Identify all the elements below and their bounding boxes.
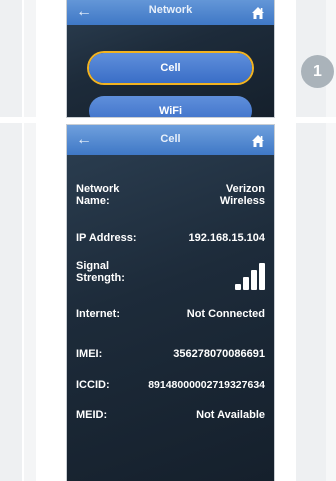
frame-strip-left-inner	[24, 0, 36, 481]
ip-address-label: IP Address:	[76, 232, 137, 244]
wifi-button[interactable]: WiFi	[89, 96, 252, 117]
signal-bar	[235, 284, 241, 290]
imei-value: 356278070086691	[173, 348, 265, 360]
cell-button[interactable]: Cell	[89, 53, 252, 83]
iccid-value: 89148000002719327634	[148, 379, 265, 391]
signal-strength-label: Signal Strength:	[76, 260, 125, 284]
iccid-label: ICCID:	[76, 379, 110, 391]
home-icon[interactable]	[251, 6, 265, 20]
signal-bars-icon	[225, 260, 265, 290]
signal-bar	[259, 263, 265, 290]
cell-screen: ← Cell Network Name: Verizon Wireless IP…	[67, 125, 274, 481]
step-badge: 1	[301, 55, 334, 88]
ip-address-value: 192.168.15.104	[188, 232, 265, 244]
internet-label: Internet:	[76, 308, 120, 320]
internet-value: Not Connected	[186, 308, 265, 320]
signal-bar	[251, 270, 257, 290]
meid-value: Not Available	[196, 409, 265, 421]
network-title: Network	[148, 4, 193, 16]
home-icon[interactable]	[251, 134, 265, 148]
signal-bar	[243, 277, 249, 290]
network-name-label: Network Name:	[76, 183, 120, 207]
cell-title: Cell	[160, 133, 181, 145]
cell-header: ← Cell	[67, 125, 274, 155]
meid-label: MEID:	[76, 409, 108, 421]
frame-strip-left	[0, 0, 22, 481]
network-screen: ← Network Cell WiFi	[67, 0, 274, 117]
network-header: ← Network	[67, 0, 274, 25]
panel-separator	[0, 117, 336, 123]
imei-label: IMEI:	[76, 348, 103, 360]
network-name-value: Verizon Wireless	[219, 183, 265, 207]
